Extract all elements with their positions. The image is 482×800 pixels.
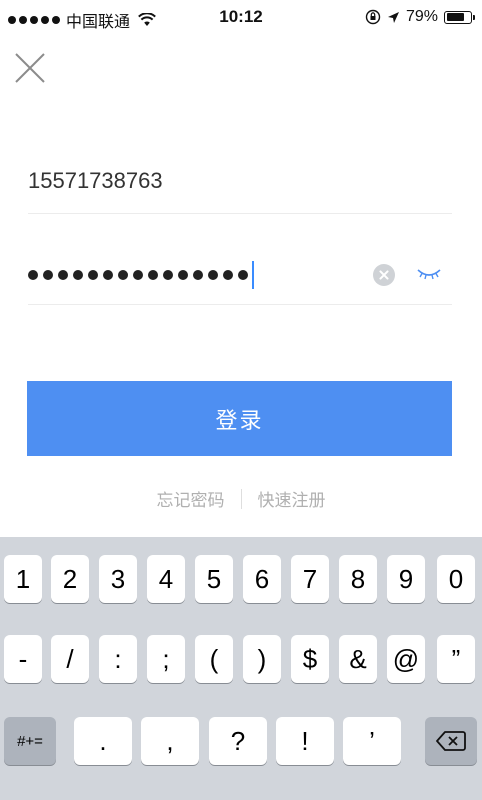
password-dot xyxy=(58,270,68,280)
password-dot xyxy=(193,270,203,280)
key[interactable]: 5 xyxy=(195,555,233,603)
password-divider xyxy=(28,304,452,305)
key[interactable]: ( xyxy=(195,635,233,683)
password-dot xyxy=(163,270,173,280)
battery-level-fill xyxy=(446,13,464,21)
key[interactable]: @ xyxy=(387,635,425,683)
key[interactable]: : xyxy=(99,635,137,683)
password-dot xyxy=(73,270,83,280)
key[interactable]: 4 xyxy=(147,555,185,603)
key[interactable]: 6 xyxy=(243,555,281,603)
password-dot xyxy=(103,270,113,280)
key[interactable]: - xyxy=(4,635,42,683)
symbols-toggle-key[interactable]: #+= xyxy=(4,717,56,765)
location-arrow-icon xyxy=(387,11,399,23)
password-dot xyxy=(28,270,38,280)
key[interactable]: 8 xyxy=(339,555,377,603)
password-dot xyxy=(133,270,143,280)
key[interactable]: ! xyxy=(276,717,334,765)
key[interactable]: ? xyxy=(209,717,267,765)
quick-register-link[interactable]: 快速注册 xyxy=(258,486,326,511)
password-field[interactable] xyxy=(28,258,254,292)
phone-field[interactable]: 15571738763 xyxy=(28,168,163,194)
auth-links: 忘记密码 快速注册 xyxy=(0,486,482,511)
key[interactable]: & xyxy=(339,635,377,683)
key[interactable]: 9 xyxy=(387,555,425,603)
key[interactable]: ’ xyxy=(343,717,401,765)
key[interactable]: 2 xyxy=(51,555,89,603)
key[interactable]: ” xyxy=(437,635,475,683)
password-dot xyxy=(208,270,218,280)
password-dot xyxy=(238,270,248,280)
text-caret xyxy=(252,261,254,289)
password-dot xyxy=(118,270,128,280)
key[interactable]: ; xyxy=(147,635,185,683)
battery-icon xyxy=(444,10,475,24)
password-dot xyxy=(43,270,53,280)
key[interactable]: ) xyxy=(243,635,281,683)
password-dot xyxy=(178,270,188,280)
links-separator xyxy=(240,488,242,509)
password-dot xyxy=(223,270,233,280)
status-bar: 中国联通 10:12 79% xyxy=(0,0,482,34)
password-mask xyxy=(28,270,248,280)
status-right: 79% xyxy=(365,8,475,26)
eye-closed-icon[interactable] xyxy=(415,264,443,284)
numeric-keyboard: 1 2 3 4 5 6 7 8 9 0 - / : ; ( ) $ & @ ” … xyxy=(0,537,482,800)
forgot-password-link[interactable]: 忘记密码 xyxy=(157,486,225,511)
key[interactable]: 3 xyxy=(99,555,137,603)
key[interactable]: / xyxy=(51,635,89,683)
key[interactable]: 1 xyxy=(4,555,42,603)
key[interactable]: 7 xyxy=(291,555,329,603)
login-button[interactable]: 登录 xyxy=(27,381,452,456)
password-dot xyxy=(88,270,98,280)
key[interactable]: $ xyxy=(291,635,329,683)
rotation-lock-icon xyxy=(365,9,381,25)
close-icon[interactable] xyxy=(12,50,48,86)
key[interactable]: 0 xyxy=(437,555,475,603)
clear-input-icon[interactable] xyxy=(373,264,395,286)
key[interactable]: , xyxy=(141,717,199,765)
key[interactable]: . xyxy=(74,717,132,765)
backspace-icon xyxy=(436,731,466,751)
phone-divider xyxy=(28,213,452,214)
battery-percent: 79% xyxy=(405,8,438,25)
backspace-key[interactable] xyxy=(425,717,477,765)
password-dot xyxy=(148,270,158,280)
